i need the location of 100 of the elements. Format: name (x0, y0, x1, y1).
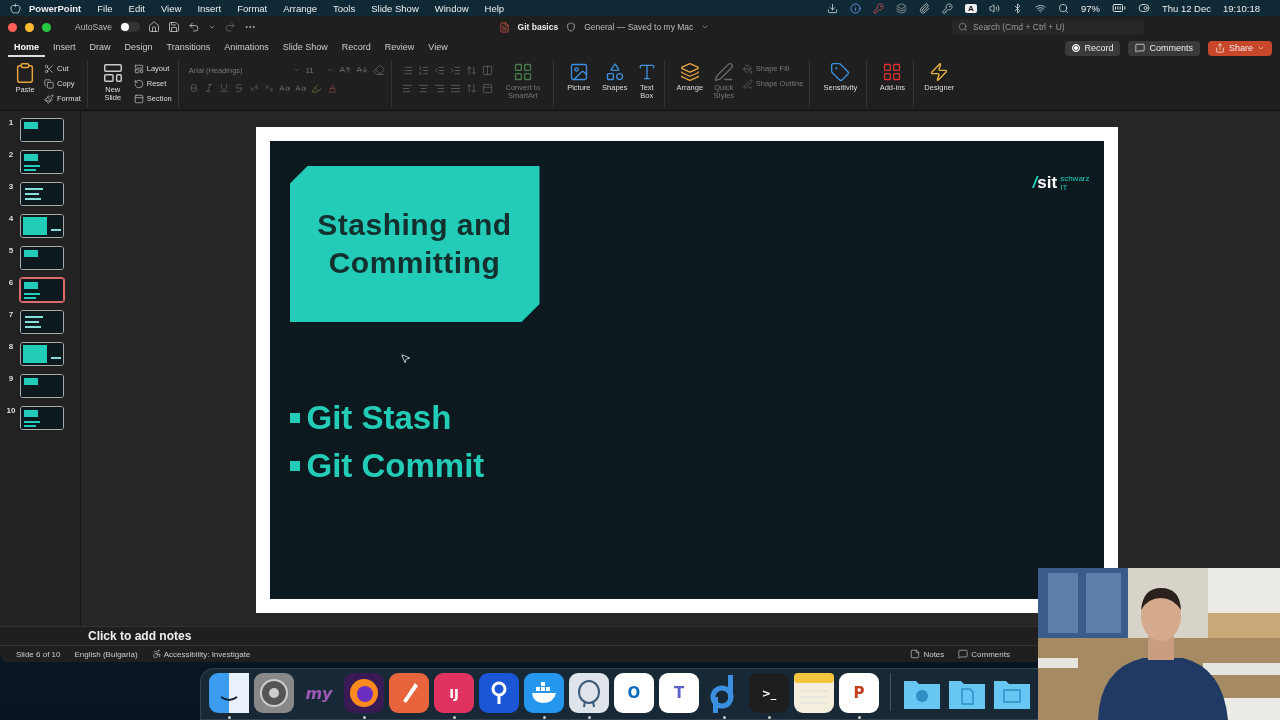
menu-item[interactable]: Edit (120, 2, 153, 14)
app-icon[interactable] (569, 673, 609, 713)
zoom-button[interactable] (42, 22, 51, 32)
close-button[interactable] (8, 22, 17, 32)
font-color-icon[interactable] (326, 82, 338, 94)
language[interactable]: English (Bulgaria) (74, 649, 138, 659)
shield-icon (566, 22, 577, 32)
caret-icon[interactable] (701, 23, 710, 31)
app-icon[interactable] (254, 673, 294, 713)
slide-thumbnail[interactable] (20, 374, 64, 398)
slide-thumbnail[interactable] (20, 406, 64, 430)
ribbon-tab[interactable]: Record (335, 39, 377, 57)
ribbon-tab[interactable]: View (422, 39, 454, 57)
app-icon[interactable]: >_ (749, 673, 789, 713)
info-icon[interactable] (850, 2, 862, 14)
caret-icon (325, 66, 334, 74)
wifi-icon[interactable] (1034, 2, 1046, 14)
app-icon[interactable]: O (614, 673, 654, 713)
menu-item[interactable]: View (152, 2, 190, 14)
ribbon-tab[interactable]: Design (118, 39, 159, 57)
slide-thumbnail[interactable] (20, 118, 64, 142)
save-icon[interactable] (167, 21, 180, 33)
app-menu[interactable]: PowerPoint (21, 2, 90, 14)
slide-number: 4 (7, 214, 15, 223)
comment-icon (958, 649, 969, 659)
app-icon[interactable] (209, 673, 249, 713)
app-icon[interactable] (389, 673, 429, 713)
ribbon-tab[interactable]: Animations (218, 39, 275, 57)
layers-icon[interactable] (896, 2, 908, 14)
slide-number: 10 (6, 406, 16, 415)
comment-icon (1135, 43, 1146, 53)
slide-number: 3 (7, 182, 15, 191)
home-icon[interactable] (147, 21, 160, 33)
date: Thu 12 Dec (1161, 2, 1211, 14)
menu-item[interactable]: Tools (325, 2, 364, 14)
slide-thumbnail[interactable] (20, 246, 64, 270)
slide-number: 7 (7, 310, 15, 319)
apple-icon[interactable] (10, 2, 21, 14)
bullet-text: Git Stash (306, 398, 452, 438)
ribbon-tab[interactable]: Insert (47, 39, 82, 57)
section-icon (133, 93, 144, 104)
caret-icon (1257, 44, 1265, 52)
layout-icon (133, 63, 144, 74)
menu-item[interactable]: Insert (189, 2, 230, 14)
slide-thumbnail[interactable] (20, 214, 64, 238)
slide-counter: Slide 6 of 10 (16, 649, 61, 659)
menu-item[interactable]: Window (426, 2, 477, 14)
menu-item[interactable]: Arrange (275, 2, 326, 14)
ribbon-tab[interactable]: Slide Show (276, 39, 334, 57)
notes-prompt[interactable]: Click to add notes (88, 629, 192, 643)
slide-number: 6 (7, 278, 15, 287)
share-button[interactable]: Share (1207, 40, 1272, 56)
shrink-font-icon[interactable] (355, 64, 368, 76)
paperclip-icon[interactable] (919, 2, 931, 14)
time: 19:10:18 (1223, 2, 1260, 14)
slide-thumbnail[interactable] (20, 182, 64, 206)
control-center-icon[interactable] (1137, 2, 1150, 14)
menu-item[interactable]: Format (229, 2, 276, 14)
bullet-icon (289, 413, 300, 423)
minimize-button[interactable] (25, 22, 34, 32)
app-icon[interactable]: P (839, 673, 879, 713)
search-icon[interactable] (1057, 2, 1069, 14)
menu-item[interactable]: Help (476, 2, 513, 14)
slide-number: 8 (7, 342, 15, 351)
app-icon[interactable]: IJ (434, 673, 474, 713)
grow-font-icon[interactable] (338, 64, 351, 76)
record-button[interactable]: Record (1065, 40, 1121, 56)
ribbon-tab[interactable]: Draw (83, 39, 117, 57)
slide-thumbnail[interactable] (20, 278, 64, 302)
app-icon[interactable] (344, 673, 384, 713)
save-status[interactable]: General — Saved to my Mac (584, 22, 694, 32)
battery-percent: 97% (1080, 2, 1100, 14)
app-icon[interactable] (479, 673, 519, 713)
search-field[interactable]: Search (Cmd + Ctrl + U) (952, 19, 1144, 35)
input-source-icon[interactable]: A (965, 3, 977, 13)
accessibility-status[interactable]: Accessibility: Investigate (163, 649, 251, 659)
ribbon-tab[interactable]: Review (378, 39, 421, 57)
slide-thumbnail[interactable] (20, 150, 64, 174)
autosave-toggle[interactable] (119, 22, 140, 32)
slide-thumbnail[interactable] (20, 342, 64, 366)
app-icon[interactable]: T (659, 673, 699, 713)
bullet-text: Git Commit (306, 446, 485, 486)
comments-button[interactable]: Comments (958, 649, 1010, 659)
copy-icon (44, 78, 54, 89)
menu-item[interactable]: Slide Show (363, 2, 427, 14)
app-icon[interactable] (794, 673, 834, 713)
undo-icon[interactable] (187, 21, 200, 33)
notes-button[interactable]: Notes (910, 649, 945, 659)
volume-icon[interactable] (988, 2, 1000, 14)
comments-button[interactable]: Comments (1128, 40, 1200, 56)
shapes-icon (604, 62, 625, 82)
ribbon-tab[interactable]: Home (8, 39, 45, 57)
ribbon-tab[interactable]: Transitions (160, 39, 217, 57)
battery-icon[interactable] (1111, 1, 1126, 15)
clear-format-icon[interactable] (372, 64, 385, 76)
accessibility-icon[interactable] (151, 649, 162, 659)
caret-icon[interactable] (207, 23, 216, 31)
menu-item[interactable]: File (89, 2, 121, 14)
slide-thumbnail[interactable] (20, 310, 64, 334)
app-icon[interactable] (524, 673, 564, 713)
